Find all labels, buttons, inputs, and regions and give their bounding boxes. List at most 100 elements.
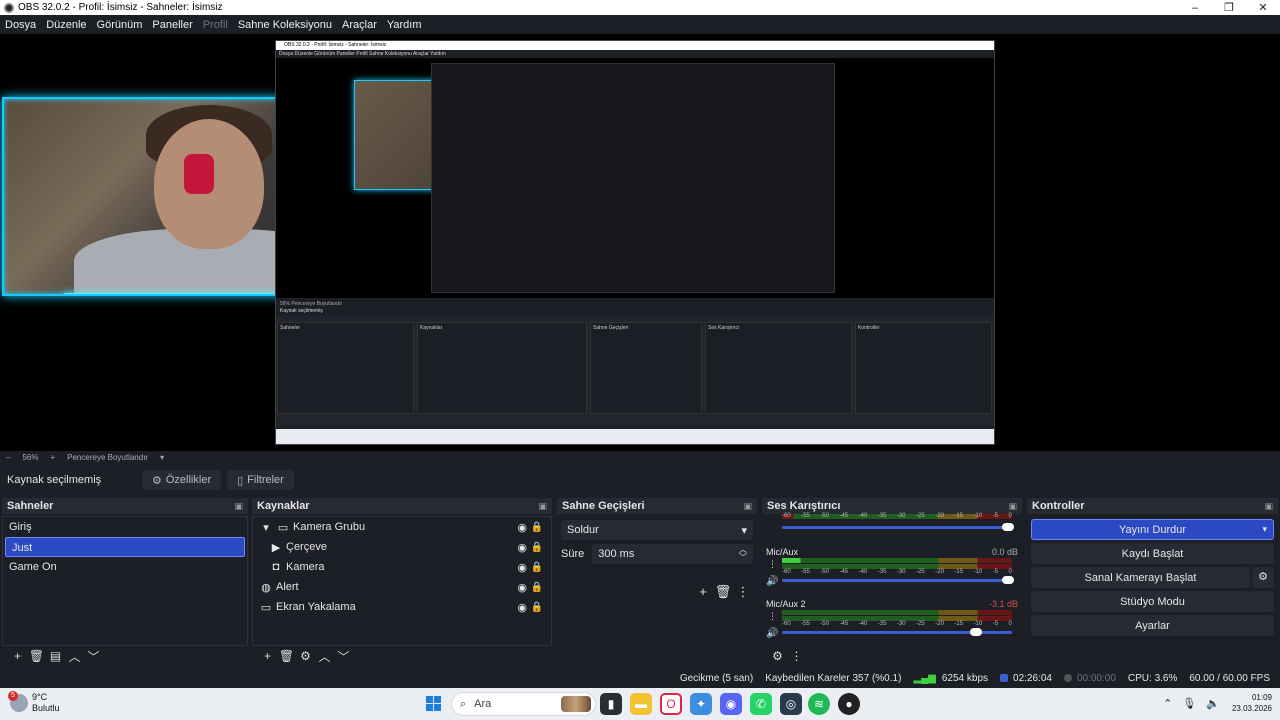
- menu-help[interactable]: Yardım: [387, 19, 422, 31]
- speaker-icon[interactable]: 🔊: [766, 628, 778, 639]
- steam-icon[interactable]: ◎: [780, 693, 802, 715]
- scenes-header: Sahneler ▣: [2, 498, 248, 514]
- dock-menu-icon[interactable]: ▣: [1264, 501, 1273, 512]
- scale-mode[interactable]: Pencereye Boyutlandır: [67, 453, 148, 462]
- scene-item[interactable]: Game On: [3, 557, 247, 577]
- menu-scene-collection[interactable]: Sahne Koleksiyonu: [238, 19, 332, 31]
- file-explorer-icon[interactable]: ▬: [630, 693, 652, 715]
- clock[interactable]: 01:09 23.03.2026: [1232, 692, 1272, 714]
- start-virtual-camera-button[interactable]: Sanal Kamerayı Başlat: [1031, 567, 1250, 588]
- whatsapp-icon[interactable]: ✆: [750, 693, 772, 715]
- copilot-icon[interactable]: ✦: [690, 693, 712, 715]
- add-source-button[interactable]: +: [258, 649, 277, 663]
- source-item[interactable]: ▾ ▭ Kamera Grubu ◉ 🔒: [253, 517, 551, 537]
- settings-button[interactable]: Ayarlar: [1031, 615, 1274, 636]
- scene-item-selected[interactable]: Just: [5, 537, 245, 557]
- source-item[interactable]: ▭ Ekran Yakalama ◉ 🔒: [253, 597, 551, 617]
- volume-icon[interactable]: 🔈: [1206, 697, 1220, 710]
- visibility-eye-icon[interactable]: ◉: [517, 581, 527, 594]
- dock-menu-icon[interactable]: ▣: [1008, 501, 1017, 512]
- studio-mode-button[interactable]: Stüdyo Modu: [1031, 591, 1274, 612]
- volume-slider[interactable]: [782, 576, 1014, 584]
- virtual-camera-gear-icon[interactable]: ⚙: [1252, 567, 1274, 588]
- volume-knob[interactable]: [1002, 523, 1014, 531]
- visibility-eye-icon[interactable]: ◉: [517, 561, 527, 574]
- move-down-icon[interactable]: ﹀: [334, 648, 353, 665]
- zoom-out-button[interactable]: –: [6, 453, 10, 462]
- chevron-up-icon[interactable]: ⌃: [1163, 697, 1172, 710]
- cpu-usage: CPU: 3.6%: [1127, 672, 1178, 684]
- microphone-icon[interactable]: 🎙: [1182, 697, 1196, 710]
- taskbar-search[interactable]: ⌕ Ara: [451, 692, 596, 716]
- transition-select[interactable]: Soldur ▾: [561, 520, 753, 540]
- remove-source-trash-icon[interactable]: 🗑: [277, 649, 296, 663]
- volume-knob[interactable]: [970, 628, 982, 636]
- move-up-icon[interactable]: ︿: [65, 648, 84, 665]
- zoom-in-button[interactable]: +: [50, 453, 55, 462]
- volume-knob[interactable]: [1002, 576, 1014, 584]
- program-preview[interactable]: OBS 32.0.2 - Profil: İsimsiz - Sahneler:…: [0, 34, 1280, 451]
- remove-scene-trash-icon[interactable]: 🗑: [27, 649, 46, 663]
- transitions-dock: Sahne Geçişleri ▣ Soldur ▾ Süre 300 ms ︿…: [557, 498, 757, 666]
- source-item[interactable]: ▶ Çerçeve ◉ 🔒: [253, 537, 551, 557]
- more-options-icon[interactable]: ⋮: [733, 584, 753, 600]
- search-highlight-image: [561, 696, 591, 712]
- scene-filters-icon[interactable]: ▤: [46, 649, 65, 663]
- stop-stream-button[interactable]: Yayını Durdur ▾: [1031, 519, 1274, 540]
- discord-icon[interactable]: ◉: [720, 693, 742, 715]
- add-transition-button[interactable]: +: [693, 584, 713, 600]
- duration-spinbox[interactable]: 300 ms ︿ ﹀: [592, 544, 753, 564]
- nested-taskbar: [276, 429, 994, 444]
- minimize-button[interactable]: –: [1178, 2, 1212, 14]
- volume-slider[interactable]: [782, 628, 1012, 636]
- volume-slider[interactable]: [782, 523, 1014, 531]
- advanced-audio-gear-icon[interactable]: ⚙: [768, 649, 787, 663]
- maximize-button[interactable]: ❐: [1212, 1, 1246, 14]
- lock-icon[interactable]: 🔒: [531, 522, 543, 533]
- lock-icon[interactable]: 🔒: [531, 562, 543, 573]
- move-up-icon[interactable]: ︿: [315, 648, 334, 665]
- visibility-eye-icon[interactable]: ◉: [517, 541, 527, 554]
- menu-tools[interactable]: Araçlar: [342, 19, 377, 31]
- channel-menu-icon[interactable]: ⋮: [768, 611, 777, 622]
- visibility-eye-icon[interactable]: ◉: [517, 601, 527, 614]
- visibility-eye-icon[interactable]: ◉: [517, 521, 527, 534]
- properties-button[interactable]: ⚙ Özellikler: [142, 470, 222, 490]
- lock-icon[interactable]: 🔒: [531, 542, 543, 553]
- spin-arrows-icon[interactable]: ︿ ﹀: [739, 546, 747, 562]
- menu-docks[interactable]: Paneller: [152, 19, 192, 31]
- dock-menu-icon[interactable]: ▣: [234, 501, 243, 512]
- task-view-icon[interactable]: ▮: [600, 693, 622, 715]
- settings-label: Ayarlar: [1135, 619, 1170, 632]
- menu-file[interactable]: Dosya: [5, 19, 36, 31]
- dock-menu-icon[interactable]: ▣: [743, 501, 752, 512]
- weather-widget[interactable]: 5 9°C Bulutlu: [8, 691, 60, 714]
- windows-start-icon[interactable]: [426, 696, 441, 711]
- scene-item[interactable]: Giriş: [3, 517, 247, 537]
- source-properties-gear-icon[interactable]: ⚙: [296, 649, 315, 663]
- studio-mode-label: Stüdyo Modu: [1120, 595, 1185, 608]
- speaker-icon[interactable]: 🔊: [766, 576, 778, 587]
- add-scene-button[interactable]: +: [8, 649, 27, 663]
- spotify-icon[interactable]: ≋: [808, 693, 830, 715]
- source-item[interactable]: ◍ Alert ◉ 🔒: [253, 577, 551, 597]
- move-down-icon[interactable]: ﹀: [84, 648, 103, 665]
- menu-edit[interactable]: Düzenle: [46, 19, 86, 31]
- menu-profile[interactable]: Profil: [203, 19, 228, 31]
- close-button[interactable]: ✕: [1246, 1, 1280, 14]
- lock-icon[interactable]: 🔒: [531, 582, 543, 593]
- more-options-icon[interactable]: ⋮: [787, 649, 806, 663]
- scale-mode-chevron-icon[interactable]: ▾: [160, 453, 164, 462]
- remove-transition-trash-icon[interactable]: 🗑: [713, 584, 733, 600]
- channel-menu-icon[interactable]: ⋮: [768, 559, 777, 570]
- start-recording-button[interactable]: Kaydı Başlat: [1031, 543, 1274, 564]
- chevron-down-icon[interactable]: ▾: [1262, 524, 1267, 535]
- lock-icon[interactable]: 🔒: [531, 602, 543, 613]
- source-item[interactable]: ◘ Kamera ◉ 🔒: [253, 557, 551, 577]
- dock-menu-icon[interactable]: ▣: [538, 501, 547, 512]
- obs-taskbar-icon[interactable]: ●: [838, 693, 860, 715]
- menu-view[interactable]: Görünüm: [97, 19, 143, 31]
- expand-chevron-icon[interactable]: ▾: [259, 521, 273, 534]
- filters-button[interactable]: ▯ Filtreler: [227, 470, 294, 490]
- opera-icon[interactable]: O: [660, 693, 682, 715]
